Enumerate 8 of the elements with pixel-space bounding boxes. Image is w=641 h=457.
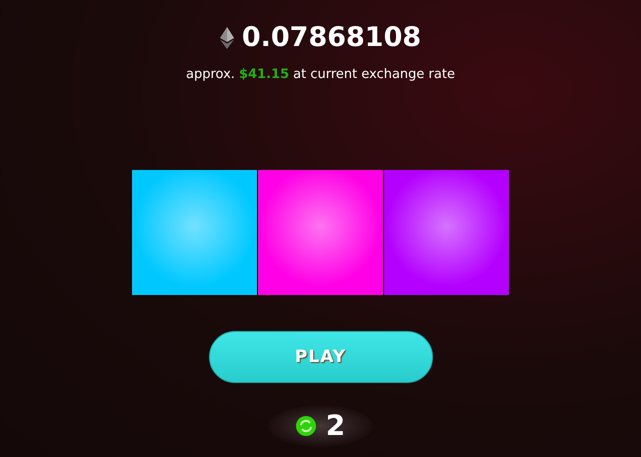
spin-count: 2 — [326, 411, 346, 441]
exchange-rate-label: at current exchange rate — [293, 67, 455, 82]
usd-price: $41.15 — [238, 67, 290, 82]
ethereum-icon — [220, 26, 234, 48]
refresh-icon — [296, 416, 316, 436]
ether-amount: 0.07868108 — [242, 22, 422, 53]
play-button[interactable]: PLAY — [208, 331, 432, 383]
approx-label: approx. — [186, 67, 235, 82]
